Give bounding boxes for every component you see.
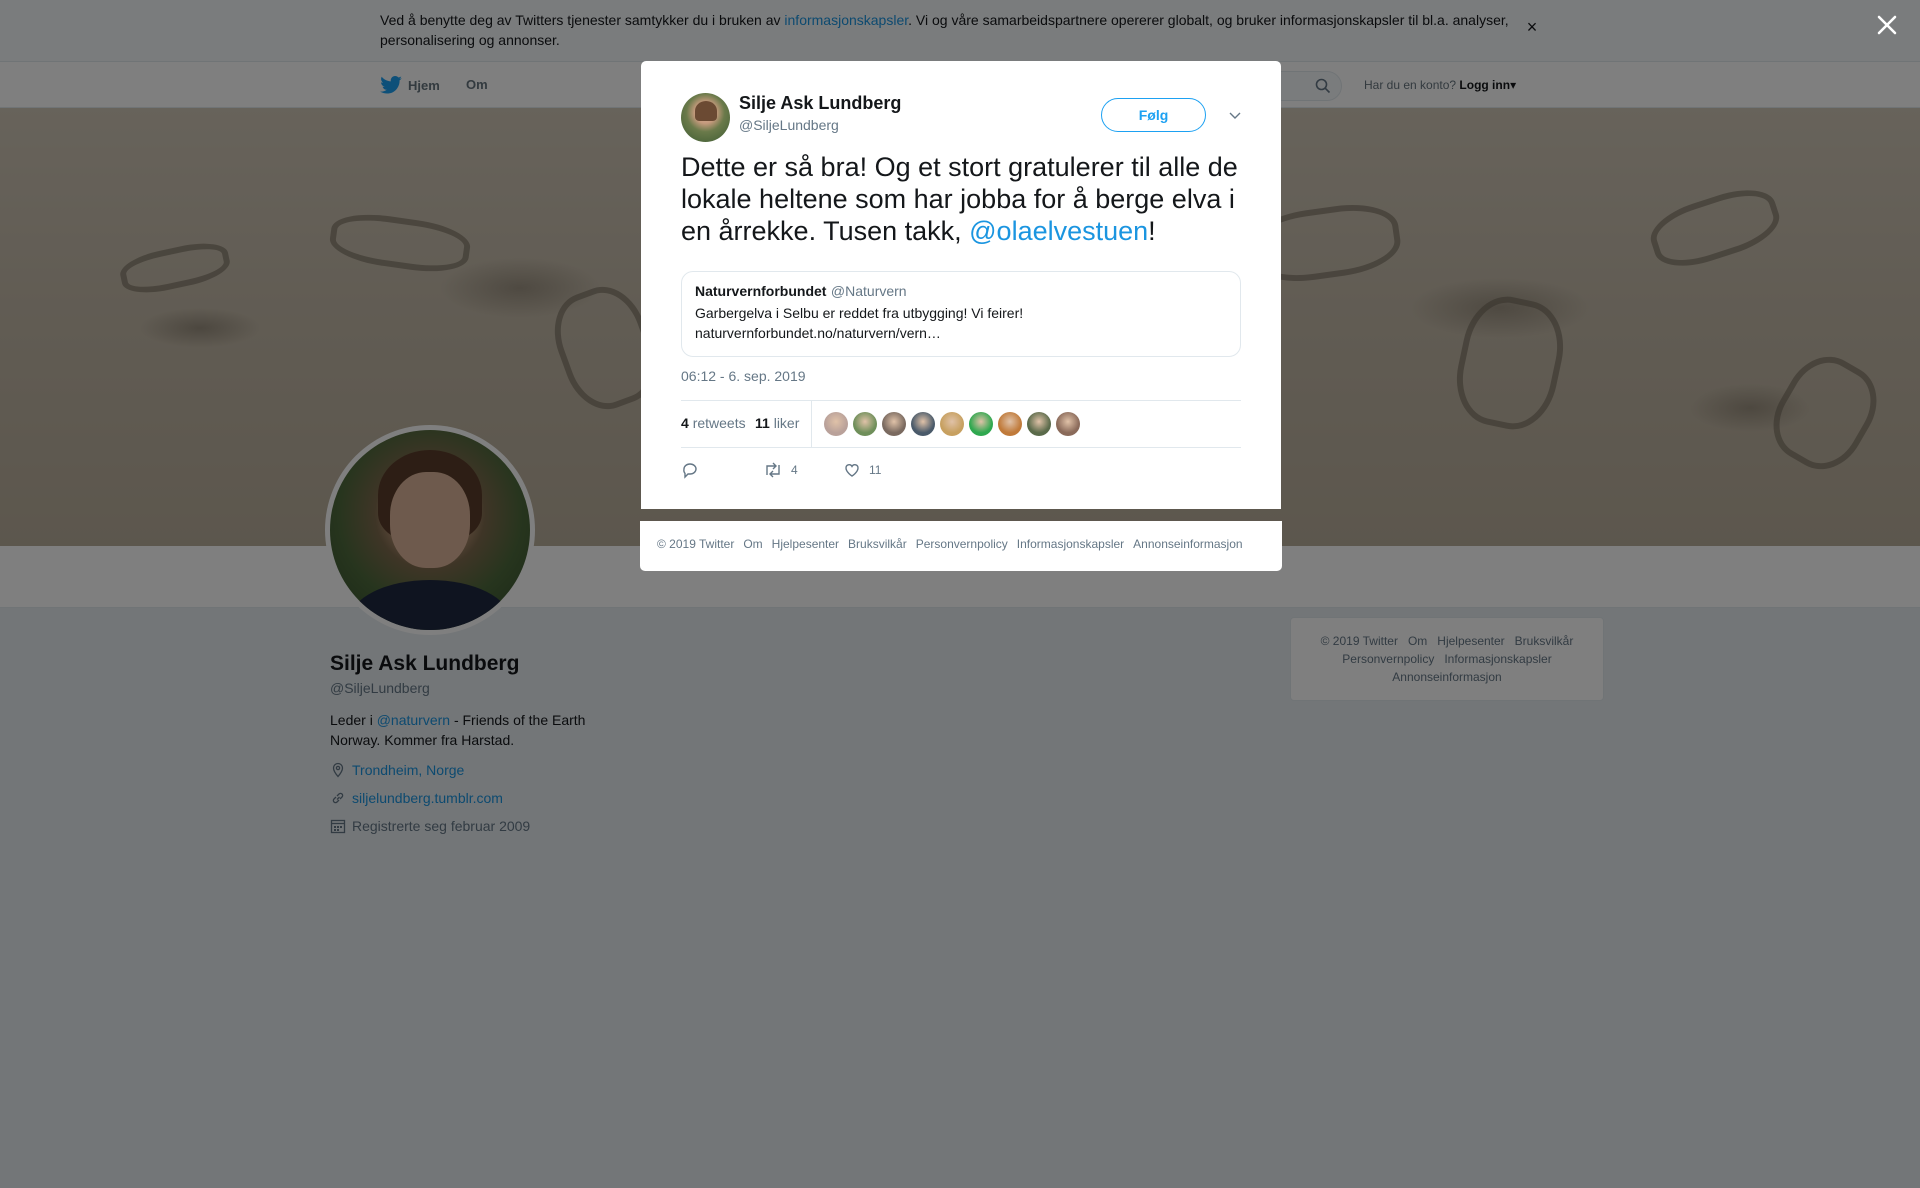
quoted-text: Garbergelva i Selbu er reddet fra utbygg… <box>695 305 1024 341</box>
likers-avatars <box>824 412 1085 436</box>
tweet-stats: 4 retweets 11 liker <box>681 400 1241 448</box>
like-count-stat[interactable]: 11 liker <box>755 415 799 431</box>
liker-avatar[interactable] <box>882 412 906 436</box>
quoted-author-handle: @Naturvern <box>830 283 907 299</box>
tweet-modal: Silje Ask Lundberg @SiljeLundberg Følg D… <box>641 61 1281 509</box>
modal-footer: © 2019 Twitter Om Hjelpesenter Bruksvilkår P… <box>640 521 1282 571</box>
modal-footer-cookies-link[interactable]: Informasjonskapsler <box>1017 537 1124 551</box>
tweet-author-avatar[interactable] <box>681 93 730 142</box>
heart-icon <box>845 464 859 477</box>
modal-footer-ads-link[interactable]: Annonseinformasjon <box>1133 537 1242 551</box>
reply-icon <box>683 463 697 479</box>
follow-button[interactable]: Følg <box>1101 98 1206 132</box>
tweet-mention-link[interactable]: @olaelvestuen <box>969 216 1148 246</box>
chevron-down-icon[interactable] <box>1227 107 1243 123</box>
liker-avatar[interactable] <box>969 412 993 436</box>
tweet-author-name[interactable]: Silje Ask Lundberg <box>739 93 901 114</box>
tweet-text: Dette er så bra! Og et stort gratulerer … <box>681 152 1238 246</box>
liker-avatar[interactable] <box>940 412 964 436</box>
modal-footer-terms-link[interactable]: Bruksvilkår <box>848 537 907 551</box>
liker-avatar[interactable] <box>911 412 935 436</box>
modal-footer-copyright: © 2019 Twitter <box>657 537 735 551</box>
quoted-tweet[interactable]: Naturvernforbundet @Naturvern Garbergelv… <box>681 271 1241 357</box>
liker-avatar[interactable] <box>824 412 848 436</box>
modal-footer-about-link[interactable]: Om <box>743 537 762 551</box>
liker-avatar[interactable] <box>853 412 877 436</box>
tweet-actions: 4 11 <box>681 461 1241 485</box>
liker-avatar[interactable] <box>1056 412 1080 436</box>
close-icon[interactable] <box>1876 14 1898 36</box>
tweet-author-handle[interactable]: @SiljeLundberg <box>739 117 839 133</box>
reply-button[interactable] <box>681 461 707 479</box>
retweet-button[interactable]: 4 <box>763 461 798 479</box>
liker-avatar[interactable] <box>998 412 1022 436</box>
retweet-icon <box>766 462 780 478</box>
like-button[interactable]: 11 <box>843 461 881 479</box>
modal-footer-privacy-link[interactable]: Personvernpolicy <box>916 537 1008 551</box>
liker-avatar[interactable] <box>1027 412 1051 436</box>
stats-divider <box>811 401 812 447</box>
quoted-author-name: Naturvernforbundet <box>695 283 827 299</box>
tweet-timestamp[interactable]: 06:12 - 6. sep. 2019 <box>681 368 806 384</box>
modal-footer-help-link[interactable]: Hjelpesenter <box>772 537 839 551</box>
retweet-count-stat[interactable]: 4 retweets <box>681 415 746 431</box>
